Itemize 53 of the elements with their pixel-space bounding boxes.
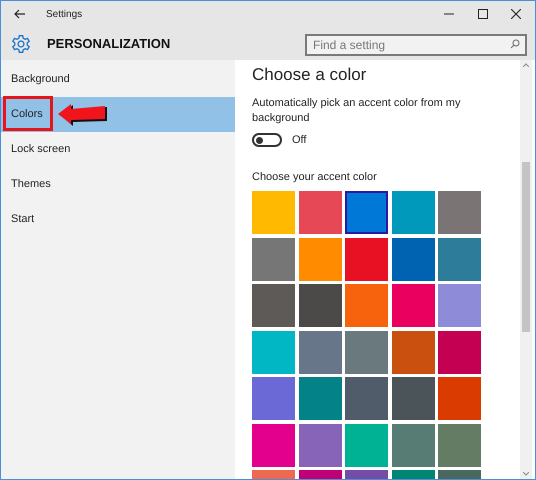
scroll-up-icon[interactable] [523,63,529,67]
color-swatch[interactable] [345,424,388,466]
color-swatch[interactable] [392,238,434,280]
toggle-state: Off [292,133,306,148]
toggle-switch[interactable] [252,133,282,148]
color-swatch[interactable] [392,330,434,374]
color-swatch[interactable] [345,377,388,420]
scrollbar[interactable] [520,60,532,479]
color-swatch[interactable] [392,424,434,466]
color-swatch[interactable] [298,238,342,280]
color-swatch[interactable] [438,238,481,280]
highlight-frame [3,96,53,131]
back-icon[interactable] [14,9,26,19]
color-swatch[interactable] [345,238,388,280]
sidebar-item[interactable]: Lock screen [1,132,235,167]
color-swatch[interactable] [345,284,388,327]
color-swatch[interactable] [298,377,342,420]
color-swatch[interactable] [298,284,342,327]
color-swatch[interactable] [438,284,481,327]
color-swatch[interactable] [298,424,342,466]
sidebar-item[interactable]: Start [1,202,235,237]
scroll-down-icon[interactable] [523,472,529,476]
color-swatch[interactable] [438,330,481,374]
section-heading: Choose a color [252,64,368,86]
color-swatch[interactable] [345,191,388,234]
color-swatch[interactable] [392,377,434,420]
maximize-icon[interactable] [478,9,488,19]
search-field[interactable]: Find a setting [305,34,527,56]
settings-icon [11,34,31,54]
page-title: PERSONALIZATION [47,34,170,53]
color-swatch[interactable] [252,330,295,374]
color-swatch[interactable] [438,424,481,466]
color-swatch[interactable] [252,424,295,466]
color-swatch[interactable] [345,330,388,374]
color-swatch[interactable] [252,284,295,327]
scroll-thumb[interactable] [522,162,530,332]
color-swatch[interactable] [392,191,434,234]
window-title: Settings [46,8,82,22]
color-swatch[interactable] [298,191,342,234]
color-swatch[interactable] [438,191,481,234]
sidebar-item[interactable]: Themes [1,167,235,202]
color-swatch[interactable] [298,330,342,374]
accent-label: Choose your accent color [252,170,378,184]
auto-pick-label: Automatically pick an accent color from my background [252,96,462,126]
color-swatch[interactable] [252,238,295,280]
arrow-icon [57,102,109,126]
search-icon[interactable] [510,38,520,48]
color-swatch[interactable] [252,191,295,234]
color-swatch[interactable] [438,377,481,420]
sidebar-item[interactable]: Background [1,62,235,97]
close-icon[interactable] [511,9,521,19]
color-swatch[interactable] [252,377,295,420]
color-swatch[interactable] [392,284,434,327]
